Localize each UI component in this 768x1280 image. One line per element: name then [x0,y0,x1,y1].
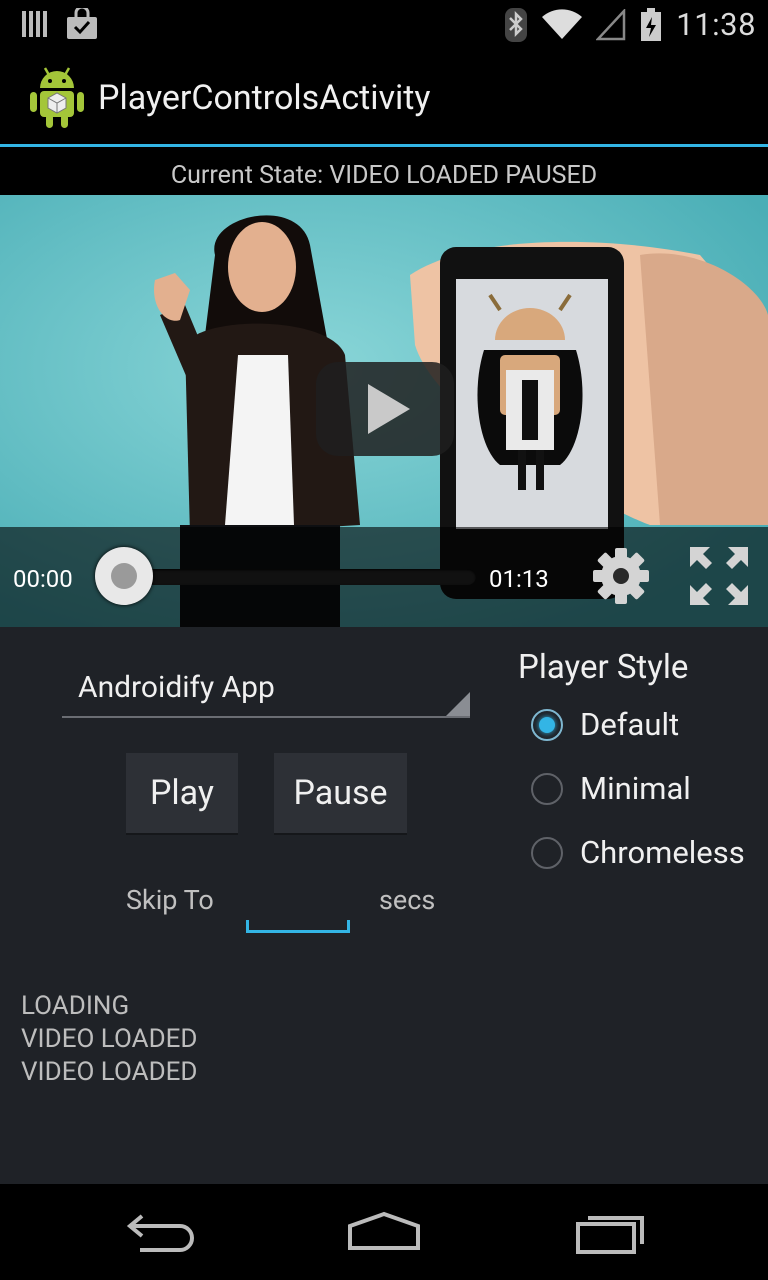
settings-gear-icon[interactable] [590,545,652,607]
skip-to-input[interactable] [246,880,350,933]
play-icon [368,384,410,434]
seek-thumb[interactable] [95,547,153,605]
current-time: 00:00 [13,565,73,593]
log-line: VIDEO LOADED [21,1057,198,1087]
duration: 01:13 [489,565,549,593]
recent-apps-icon[interactable] [574,1208,646,1256]
player-style-title: Player Style [518,648,689,687]
wifi-icon [542,8,583,39]
radio-label-chromeless: Chromeless [580,834,745,871]
current-state-bar: Current State: VIDEO LOADED PAUSED [0,147,768,195]
seek-bar[interactable] [120,569,476,585]
video-select-value: Androidify App [78,670,275,705]
radio-unchecked-icon [531,772,563,805]
radio-chromeless[interactable]: Chromeless [531,834,745,871]
fullscreen-icon[interactable] [688,545,750,607]
back-icon[interactable] [124,1208,196,1256]
app-title: PlayerControlsActivity [98,78,431,118]
radio-checked-icon [531,708,563,741]
video-select-spinner[interactable]: Androidify App [62,660,470,718]
status-bar: 11:38 [0,0,768,50]
secs-label: secs [379,884,436,916]
library-icon [22,11,47,37]
log-line: VIDEO LOADED [21,1024,198,1054]
play-button[interactable]: Play [126,753,238,835]
shopping-bag-check-icon [67,8,97,39]
play-overlay-button[interactable] [316,362,454,456]
radio-label-minimal: Minimal [580,770,691,807]
bluetooth-icon [505,7,528,42]
radio-minimal[interactable]: Minimal [531,770,691,807]
current-state-text: Current State: VIDEO LOADED PAUSED [170,161,598,190]
spinner-arrow-icon [446,692,470,716]
clock: 11:38 [676,6,756,43]
event-log: LOADING VIDEO LOADED VIDEO LOADED [21,990,197,1089]
log-line: LOADING [21,991,130,1021]
radio-label-default: Default [580,706,680,743]
radio-default[interactable]: Default [531,706,679,743]
pause-button[interactable]: Pause [274,753,407,835]
action-bar: PlayerControlsActivity [0,50,768,147]
navigation-bar [0,1184,768,1280]
skip-to-label: Skip To [126,884,214,916]
battery-icon [641,7,662,41]
video-player[interactable]: 00:00 01:13 [0,195,768,627]
radio-unchecked-icon [531,836,563,869]
home-icon[interactable] [346,1208,422,1256]
cell-signal-icon [596,8,626,40]
android-app-icon [30,67,84,128]
